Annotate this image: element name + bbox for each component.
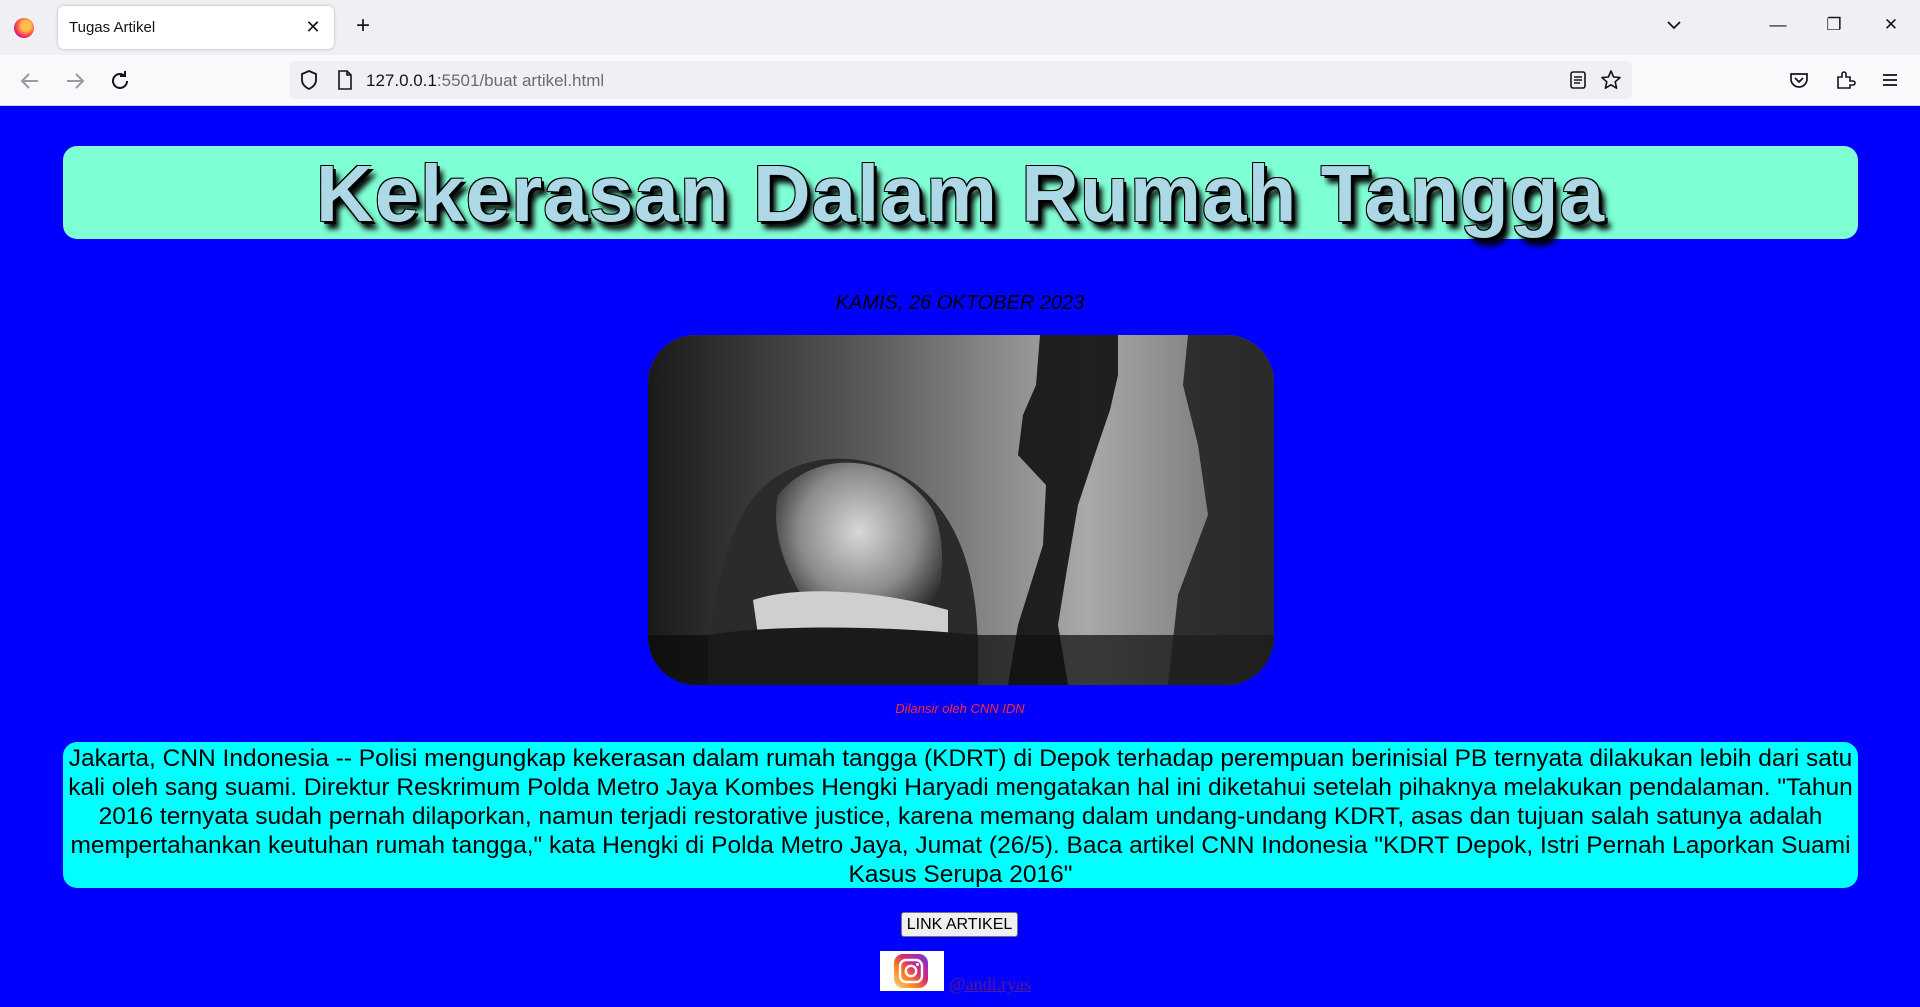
extensions-icon[interactable] bbox=[1834, 69, 1856, 91]
chevron-down-icon[interactable] bbox=[1663, 14, 1685, 36]
new-tab-button[interactable]: + bbox=[350, 14, 376, 40]
forward-arrow-icon[interactable] bbox=[61, 67, 89, 95]
url-host: 127.0.0.1 bbox=[366, 71, 437, 90]
tab-strip: Tugas Artikel ✕ + — ❐ ✕ bbox=[0, 0, 1920, 55]
article-body-box: Jakarta, CNN Indonesia -- Polisi mengung… bbox=[63, 742, 1858, 888]
article-photo bbox=[648, 335, 1274, 685]
address-bar[interactable]: 127.0.0.1:5501/buat artikel.html bbox=[290, 61, 1632, 99]
instagram-icon bbox=[894, 954, 928, 988]
nav-toolbar: 127.0.0.1:5501/buat artikel.html bbox=[0, 55, 1920, 106]
bookmark-star-icon[interactable] bbox=[1600, 69, 1622, 91]
title-banner: Kekerasan Dalam Rumah Tangga bbox=[63, 146, 1858, 239]
page-content: Kekerasan Dalam Rumah Tangga KAMIS, 26 O… bbox=[0, 106, 1920, 1007]
page-icon[interactable] bbox=[334, 69, 356, 91]
page-title: Kekerasan Dalam Rumah Tangga bbox=[315, 149, 1606, 238]
article-date: KAMIS, 26 OKTOBER 2023 bbox=[835, 292, 1085, 314]
pocket-icon[interactable] bbox=[1788, 69, 1810, 91]
back-arrow-icon[interactable] bbox=[16, 67, 44, 95]
tab-title: Tugas Artikel bbox=[69, 19, 156, 36]
shield-icon[interactable] bbox=[298, 69, 320, 91]
domestic-violence-photo bbox=[648, 335, 1274, 685]
image-caption: Dilansir oleh CNN IDN bbox=[895, 701, 1025, 716]
close-window-button[interactable]: ✕ bbox=[1880, 14, 1902, 36]
reader-view-icon[interactable] bbox=[1568, 70, 1588, 90]
instagram-logo[interactable] bbox=[880, 951, 944, 991]
article-body: Jakarta, CNN Indonesia -- Polisi mengung… bbox=[68, 745, 1853, 888]
url-text[interactable]: 127.0.0.1:5501/buat artikel.html bbox=[366, 71, 604, 91]
restore-button[interactable]: ❐ bbox=[1823, 14, 1845, 36]
instagram-handle-link[interactable]: @andi.ryas bbox=[949, 974, 1031, 995]
menu-icon[interactable] bbox=[1879, 69, 1901, 91]
minimize-button[interactable]: — bbox=[1767, 14, 1789, 36]
browser-tab[interactable]: Tugas Artikel ✕ bbox=[58, 6, 334, 49]
link-artikel-button[interactable]: LINK ARTIKEL bbox=[901, 912, 1018, 937]
reload-icon[interactable] bbox=[106, 67, 134, 95]
firefox-icon[interactable] bbox=[14, 18, 34, 38]
url-path: :5501/buat artikel.html bbox=[436, 71, 605, 90]
close-tab-icon[interactable]: ✕ bbox=[302, 16, 324, 38]
